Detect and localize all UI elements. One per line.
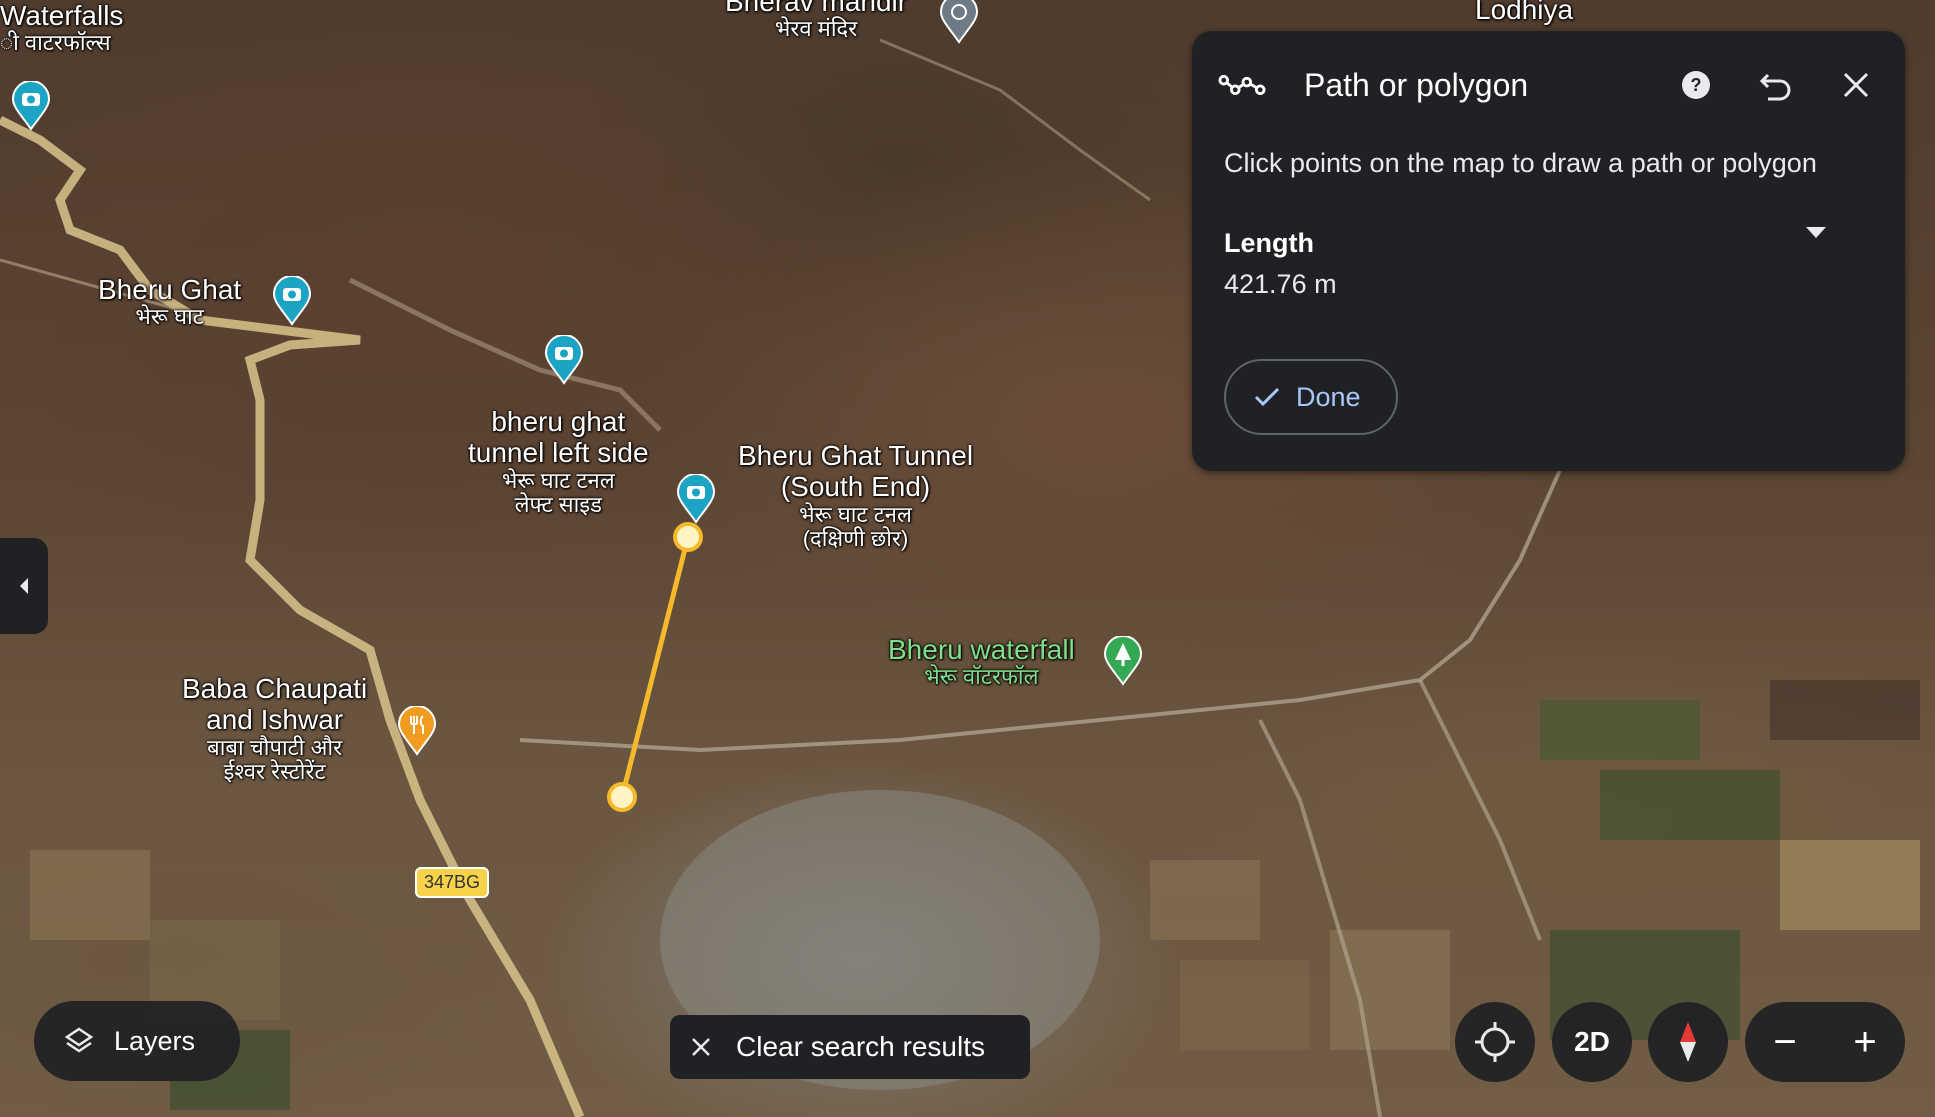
layers-icon bbox=[64, 1027, 94, 1053]
restaurant-pin-icon[interactable] bbox=[397, 706, 437, 756]
photo-pin-icon[interactable] bbox=[272, 276, 312, 326]
path-vertex-end[interactable] bbox=[607, 782, 637, 812]
help-icon[interactable]: ? bbox=[1672, 61, 1720, 109]
nature-pin-icon[interactable] bbox=[1103, 636, 1143, 686]
clear-search-results-button[interactable]: Clear search results bbox=[670, 1015, 1030, 1079]
length-value: 421.76 m bbox=[1224, 269, 1337, 299]
photo-pin-icon[interactable] bbox=[11, 81, 51, 131]
done-label: Done bbox=[1296, 381, 1361, 412]
close-icon bbox=[692, 1038, 710, 1056]
panel-title: Path or polygon bbox=[1304, 67, 1529, 103]
clear-search-label: Clear search results bbox=[736, 1031, 985, 1062]
expand-sidebar-button[interactable] bbox=[0, 538, 48, 634]
label-bherav-mandir[interactable]: Bherav mandir भेरव मंदिर bbox=[725, 0, 907, 42]
label-tunnel-left-side[interactable]: bheru ghat tunnel left side भेरू घाट टनल… bbox=[468, 406, 649, 518]
path-vertex-start[interactable] bbox=[673, 522, 703, 552]
length-label: Length bbox=[1224, 228, 1314, 258]
layers-button[interactable]: Layers bbox=[34, 1001, 240, 1081]
undo-icon[interactable] bbox=[1752, 61, 1800, 109]
chevron-left-icon bbox=[20, 578, 28, 594]
measure-panel: Path or polygon ? Click points on the ma… bbox=[1192, 31, 1905, 471]
svg-text:?: ? bbox=[1691, 75, 1702, 95]
done-button[interactable]: Done bbox=[1224, 359, 1398, 435]
temple-pin-icon[interactable] bbox=[939, 0, 979, 44]
my-location-button[interactable] bbox=[1455, 1002, 1535, 1082]
check-icon bbox=[1254, 387, 1280, 407]
close-icon[interactable] bbox=[1832, 61, 1880, 109]
layers-label: Layers bbox=[114, 1025, 196, 1056]
photo-pin-icon[interactable] bbox=[544, 335, 584, 385]
dropdown-arrow-icon[interactable] bbox=[1792, 209, 1840, 257]
label-bheru-ghat[interactable]: Bheru Ghat भेरू घाट bbox=[98, 274, 241, 330]
measured-path-line bbox=[619, 536, 691, 798]
highway-road bbox=[0, 115, 585, 1117]
path-icon bbox=[1218, 61, 1266, 109]
photo-pin-icon[interactable] bbox=[676, 474, 716, 524]
label-baba-chaupati[interactable]: Baba Chaupati and Ishwar बाबा चौपाटी और … bbox=[182, 673, 367, 785]
road-shield: 347BG bbox=[415, 867, 490, 898]
label-bheru-waterfall[interactable]: Bheru waterfall भेरू वॉटरफॉल bbox=[888, 634, 1075, 690]
compass-icon bbox=[1680, 1022, 1696, 1062]
toggle-2d-button[interactable]: 2D bbox=[1552, 1002, 1632, 1082]
zoom-controls: − + bbox=[1745, 1002, 1905, 1082]
panel-hint: Click points on the map to draw a path o… bbox=[1224, 148, 1817, 178]
zoom-in-button[interactable]: + bbox=[1853, 1020, 1876, 1065]
label-tunnel-south-end[interactable]: Bheru Ghat Tunnel (South End) भेरू घाट ट… bbox=[738, 440, 973, 552]
label-lodhiya[interactable]: Lodhiya bbox=[1475, 0, 1573, 25]
crosshair-icon bbox=[1475, 1022, 1515, 1062]
zoom-out-button[interactable]: − bbox=[1773, 1020, 1796, 1065]
compass-button[interactable] bbox=[1648, 1002, 1728, 1082]
label-waterfalls[interactable]: Waterfalls ी वाटरफॉल्स bbox=[0, 0, 123, 56]
